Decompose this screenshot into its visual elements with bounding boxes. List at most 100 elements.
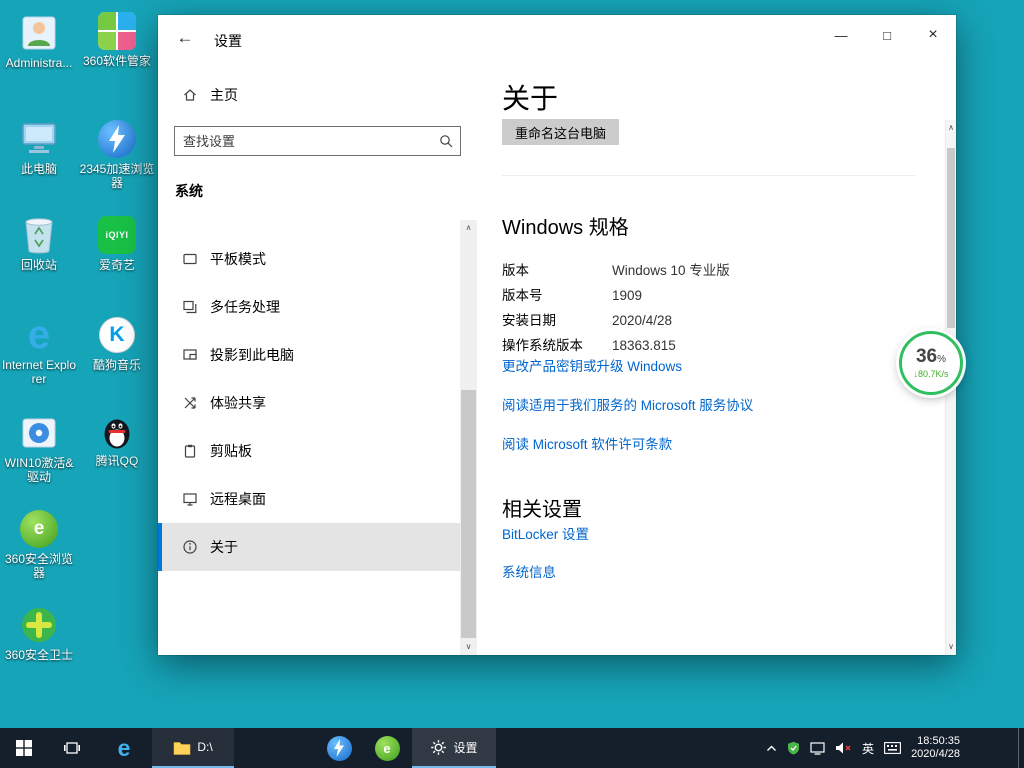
nav-section-title: 系统: [175, 181, 203, 201]
nav-scrollbar[interactable]: ∧ ∨: [460, 220, 477, 655]
network-speed: ↓80.7K/s: [913, 369, 948, 380]
edge-icon: e: [118, 735, 131, 762]
nav-item-label: 投影到此电脑: [210, 345, 294, 365]
language-indicator[interactable]: 英: [862, 740, 874, 757]
recycle-bin-icon: [18, 214, 60, 256]
volume-muted-icon[interactable]: [835, 741, 852, 755]
desktop-icon-internet-explorer[interactable]: e Internet Explorer: [0, 314, 78, 386]
desktop-icon-label: 2345加速浏览器: [78, 162, 156, 190]
task-view-icon: [64, 740, 80, 756]
page-title: 关于: [502, 77, 558, 117]
folder-icon: [173, 740, 191, 755]
services-agreement-link[interactable]: 阅读适用于我们服务的 Microsoft 服务协议: [502, 396, 753, 416]
desktop-icon-360-secure-browser[interactable]: e 360安全浏览器: [0, 508, 78, 580]
desktop-icon-label: 360安全卫士: [0, 648, 78, 662]
tablet-icon: [182, 251, 198, 267]
desktop-icon-label: Internet Explorer: [0, 358, 78, 386]
rename-pc-button[interactable]: 重命名这台电脑: [502, 119, 619, 145]
windows-logo-icon: [16, 740, 32, 756]
scroll-down-icon[interactable]: ∨: [460, 639, 477, 655]
settings-window-label: 设置: [453, 739, 477, 756]
taskbar-2345-browser-button[interactable]: [316, 728, 362, 768]
desktop-icon-kugou-music[interactable]: K 酷狗音乐: [78, 314, 156, 372]
desktop-icon-360-safety-guard[interactable]: 360安全卫士: [0, 604, 78, 662]
desktop-icon-win10-activation[interactable]: WIN10激活&驱动: [0, 412, 78, 484]
tray-360-shield-icon[interactable]: [787, 741, 800, 755]
desktop-icon-label: 此电脑: [0, 162, 78, 176]
nav-item-remote-desktop[interactable]: 远程桌面: [158, 475, 460, 523]
close-button[interactable]: ×: [910, 15, 956, 55]
nav-item-projecting-to-pc[interactable]: 投影到此电脑: [158, 331, 460, 379]
nav-item-about[interactable]: 关于: [158, 523, 460, 571]
minimize-button[interactable]: —: [818, 15, 864, 55]
taskbar-clock[interactable]: 18:50:35 2020/4/28: [911, 735, 960, 761]
multitask-icon: [182, 299, 198, 315]
bitlocker-settings-link[interactable]: BitLocker 设置: [502, 525, 589, 545]
explorer-window-label: D:\: [197, 740, 212, 754]
360-speed-float-ball[interactable]: 36% ↓80.7K/s: [899, 331, 963, 395]
window-title: 设置: [214, 31, 242, 51]
touch-keyboard-icon[interactable]: [884, 742, 901, 754]
taskbar-edge-button[interactable]: e: [100, 728, 148, 768]
desktop-icon-label: 360安全浏览器: [0, 552, 78, 580]
scroll-down-icon[interactable]: ∨: [946, 639, 956, 655]
desktop-icon-administrator[interactable]: Administra...: [0, 12, 78, 70]
desktop-icon-this-pc[interactable]: 此电脑: [0, 118, 78, 176]
scroll-up-icon[interactable]: ∧: [460, 220, 477, 236]
clock-date: 2020/4/28: [911, 748, 960, 761]
desktop-icon-2345-browser[interactable]: 2345加速浏览器: [78, 118, 156, 190]
kugou-music-icon: K: [96, 314, 138, 356]
2345-browser-icon: [327, 736, 352, 761]
desktop-icon-recycle-bin[interactable]: 回收站: [0, 214, 78, 272]
settings-search-box[interactable]: [174, 126, 461, 156]
nav-item-label: 剪贴板: [210, 441, 252, 461]
360-safety-guard-icon: [18, 604, 60, 646]
windows-specs-table: 版本 Windows 10 专业版 版本号 1909 安装日期 2020/4/2…: [502, 258, 730, 358]
search-icon: [432, 134, 460, 148]
nav-item-tablet-mode[interactable]: 平板模式: [158, 235, 460, 283]
nav-scrollbar-thumb[interactable]: [461, 390, 476, 638]
desktop-icon-label: WIN10激活&驱动: [0, 456, 78, 484]
maximize-button[interactable]: □: [864, 15, 910, 55]
content-scrollbar-thumb[interactable]: [947, 148, 955, 328]
spec-row: 操作系统版本 18363.815: [502, 333, 730, 358]
desktop-icon-label: 酷狗音乐: [78, 358, 156, 372]
nav-item-multitasking[interactable]: 多任务处理: [158, 283, 460, 331]
nav-item-clipboard[interactable]: 剪贴板: [158, 427, 460, 475]
system-info-link[interactable]: 系统信息: [502, 563, 589, 583]
desktop-icon-iqiyi[interactable]: iQIYI 爱奇艺: [78, 214, 156, 272]
desktop-icon-360-software-manager[interactable]: 360软件管家: [78, 10, 156, 68]
search-input[interactable]: [175, 134, 432, 149]
show-desktop-button[interactable]: [1018, 728, 1024, 768]
nav-item-label: 多任务处理: [210, 297, 280, 317]
remote-desktop-icon: [182, 491, 198, 507]
internet-explorer-icon: e: [18, 314, 60, 356]
desktop-icon-tencent-qq[interactable]: 腾讯QQ: [78, 410, 156, 468]
desktop-icon-label: 爱奇艺: [78, 258, 156, 272]
scroll-up-icon[interactable]: ∧: [946, 120, 956, 136]
spec-row: 安装日期 2020/4/28: [502, 308, 730, 333]
settings-window: ← 设置 — □ × 主页 系统 平板模式 多任务处理: [158, 15, 956, 655]
change-product-key-link[interactable]: 更改产品密钥或升级 Windows: [502, 357, 753, 377]
taskbar-explorer-button[interactable]: D:\: [152, 728, 234, 768]
administrator-icon: [18, 12, 60, 54]
desktop-icon-label: Administra...: [0, 56, 78, 70]
related-settings-heading: 相关设置: [502, 493, 582, 522]
gear-icon: [430, 739, 447, 756]
nav-item-home[interactable]: 主页: [158, 77, 460, 113]
nav-item-shared-experiences[interactable]: 体验共享: [158, 379, 460, 427]
nav-home-label: 主页: [210, 85, 238, 105]
nav-item-label: 远程桌面: [210, 489, 266, 509]
network-icon[interactable]: [810, 742, 825, 755]
info-icon: [182, 539, 198, 555]
taskbar-settings-button[interactable]: 设置: [412, 728, 496, 768]
windows-spec-heading: Windows 规格: [502, 211, 629, 240]
back-button[interactable]: ←: [172, 25, 198, 51]
license-terms-link[interactable]: 阅读 Microsoft 软件许可条款: [502, 435, 753, 455]
taskbar-360-browser-button[interactable]: e: [364, 728, 410, 768]
start-button[interactable]: [0, 728, 48, 768]
tray-chevron-up-icon[interactable]: [766, 745, 777, 752]
titlebar[interactable]: ← 设置 — □ ×: [158, 15, 956, 63]
task-view-button[interactable]: [48, 728, 96, 768]
360-browser-icon: e: [375, 736, 400, 761]
